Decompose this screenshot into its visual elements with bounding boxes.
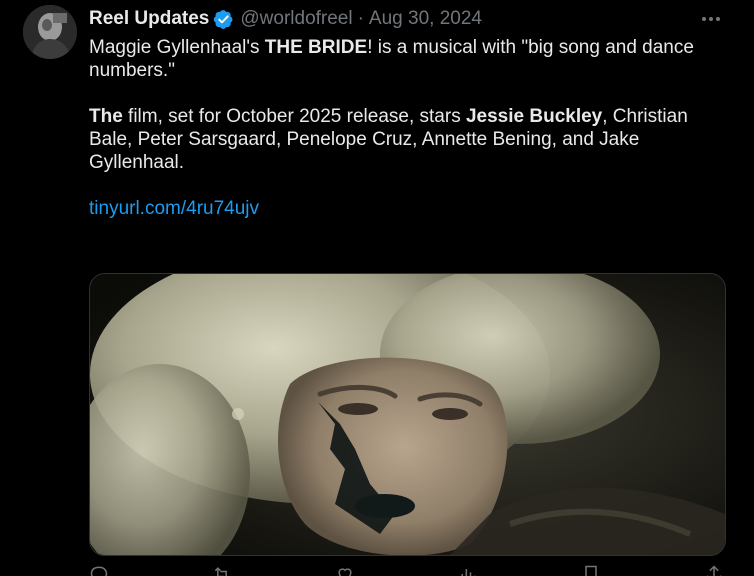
verified-badge-icon[interactable]	[213, 9, 234, 30]
like-icon[interactable]	[335, 564, 355, 576]
tweet-date[interactable]: Aug 30, 2024	[369, 8, 482, 30]
header-separator: ·	[357, 8, 364, 29]
text-segment: Maggie Gyllenhaal's	[89, 37, 265, 58]
tweet-media-image[interactable]	[89, 273, 726, 556]
bookmark-icon[interactable]	[581, 564, 601, 576]
more-dot	[709, 17, 713, 21]
movie-title: THE BRIDE	[264, 37, 368, 58]
text-bold: The	[89, 106, 123, 127]
text-segment: film, set for October 2025 release, star…	[122, 106, 466, 127]
more-dot	[716, 17, 720, 21]
film-still-image	[90, 274, 725, 555]
tweet-header: Reel Updates @worldofreel · Aug 30, 2024	[89, 5, 482, 33]
share-icon[interactable]	[704, 564, 724, 576]
author-handle[interactable]: @worldofreel	[240, 8, 352, 30]
more-options-icon[interactable]	[698, 8, 724, 30]
star-name: Jessie Buckley	[465, 106, 603, 127]
retweet-icon[interactable]	[212, 564, 232, 576]
action-bar	[89, 564, 724, 576]
more-dot	[702, 17, 706, 21]
tweet-link-line: tinyurl.com/4ru74ujv	[89, 197, 724, 220]
tweet-text: Maggie Gyllenhaal's THE BRIDE! is a musi…	[89, 36, 724, 220]
tweet[interactable]: Reel Updates @worldofreel · Aug 30, 2024…	[0, 0, 754, 576]
tweet-paragraph-1: Maggie Gyllenhaal's THE BRIDE! is a musi…	[89, 36, 724, 82]
tweet-paragraph-2: The film, set for October 2025 release, …	[89, 105, 724, 174]
views-icon[interactable]	[458, 564, 478, 576]
avatar-image	[23, 5, 77, 59]
avatar[interactable]	[23, 5, 77, 59]
display-name[interactable]: Reel Updates	[89, 8, 209, 30]
reply-icon[interactable]	[89, 564, 109, 576]
tweet-link[interactable]: tinyurl.com/4ru74ujv	[89, 198, 259, 219]
